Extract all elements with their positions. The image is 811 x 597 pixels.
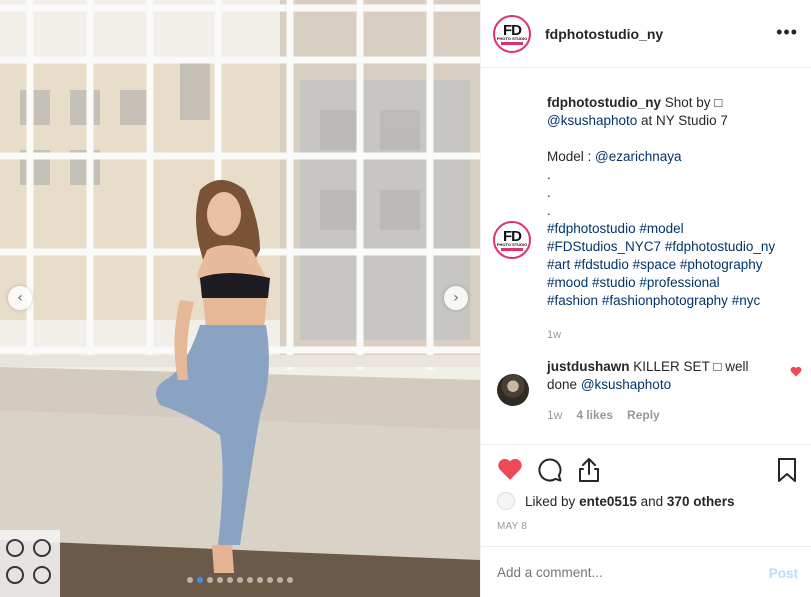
comment-likes-count[interactable]: 4 likes xyxy=(576,408,613,422)
post-caption: FD PHOTO STUDIO fdphotostudio_ny Shot by… xyxy=(493,94,797,344)
like-heart-icon[interactable] xyxy=(497,457,523,486)
caption-timestamp[interactable]: 1w xyxy=(547,326,797,344)
mention-link[interactable]: @ksushaphoto xyxy=(581,377,671,392)
reply-button[interactable]: Reply xyxy=(627,408,660,422)
likes-summary: Liked by ente0515 and 370 others xyxy=(497,492,734,510)
mention-link[interactable]: @ezarichnaya xyxy=(595,149,682,164)
mention-link[interactable]: @ksushaphoto xyxy=(547,113,637,128)
caption-text: at NY Studio 7 xyxy=(641,113,728,128)
carousel-dot xyxy=(277,577,283,583)
hashtag-link[interactable]: #model xyxy=(639,221,683,236)
share-icon[interactable] xyxy=(577,457,601,488)
chevron-left-icon: ‹ xyxy=(17,290,23,306)
comment-like-heart-icon[interactable] xyxy=(790,364,802,382)
caption-dot: . xyxy=(547,167,551,182)
hashtag-link[interactable]: #fdphotostudio xyxy=(547,221,636,236)
hashtag-link[interactable]: #nyc xyxy=(732,293,761,308)
liker-username-link[interactable]: ente0515 xyxy=(579,494,637,509)
hashtag-link[interactable]: #studio xyxy=(592,275,636,290)
comment-text: justdushawn KILLER SET □ well done @ksus… xyxy=(547,358,777,394)
avatar-logo-subtext: PHOTO STUDIO xyxy=(496,35,528,41)
commenter-username-link[interactable]: justdushawn xyxy=(547,359,630,374)
carousel-dot xyxy=(247,577,253,583)
carousel-next-button[interactable]: › xyxy=(444,286,468,310)
carousel-dot xyxy=(197,577,203,583)
avatar-logo-text: FD xyxy=(503,21,522,39)
hashtag-link[interactable]: #photography xyxy=(680,257,763,272)
avatar-logo-bar xyxy=(501,41,523,45)
hashtag-line: #fashion #fashionphotography #nyc xyxy=(547,292,797,310)
hashtag-link[interactable]: #space xyxy=(633,257,677,272)
hashtag-link[interactable]: #fdstudio xyxy=(574,257,629,272)
avatar-logo-bar xyxy=(501,247,523,251)
carousel-dot xyxy=(237,577,243,583)
photo-illustration xyxy=(0,0,480,597)
model-label: Model : xyxy=(547,149,592,164)
hashtag-line: #art #fdstudio #space #photography xyxy=(547,256,797,274)
carousel-indicator xyxy=(0,577,480,583)
post-date[interactable]: MAY 8 xyxy=(497,521,527,532)
caption-line-2: @ksushaphoto at NY Studio 7 xyxy=(547,112,797,130)
comment-meta: 1w 4 likes Reply xyxy=(547,408,660,422)
comment-timestamp[interactable]: 1w xyxy=(547,408,562,422)
carousel-prev-button[interactable]: ‹ xyxy=(8,286,32,310)
hashtag-link[interactable]: #art xyxy=(547,257,570,272)
caption-dot: . xyxy=(547,185,551,200)
carousel-dot xyxy=(267,577,273,583)
caption-line-1: fdphotostudio_ny Shot by □ xyxy=(547,94,797,112)
hashtag-link[interactable]: #fashion xyxy=(547,293,598,308)
comment-input[interactable] xyxy=(497,565,737,580)
post-photo[interactable]: ‹ › xyxy=(0,0,480,597)
comments-section: FD PHOTO STUDIO fdphotostudio_ny Shot by… xyxy=(481,68,811,444)
post-side-panel: FD PHOTO STUDIO fdphotostudio_ny ••• FD … xyxy=(480,0,811,597)
caption-dot: . xyxy=(547,203,551,218)
liker-avatar[interactable] xyxy=(497,492,515,510)
hashtag-link[interactable]: #fdphotostudio_ny xyxy=(665,239,775,254)
post-header: FD PHOTO STUDIO fdphotostudio_ny ••• xyxy=(481,0,811,68)
hashtag-line: #mood #studio #professional xyxy=(547,274,797,292)
likes-others-link[interactable]: 370 others xyxy=(667,494,735,509)
caption-username-link[interactable]: fdphotostudio_ny xyxy=(547,95,661,110)
post-actions-bar xyxy=(481,444,811,494)
caption-line-model: Model : @ezarichnaya xyxy=(547,148,797,166)
chevron-right-icon: › xyxy=(453,290,459,306)
hashtag-line: #fdphotostudio #model xyxy=(547,220,797,238)
bookmark-icon[interactable] xyxy=(777,457,797,488)
likes-prefix: Liked by xyxy=(525,493,576,509)
carousel-dot xyxy=(287,577,293,583)
carousel-dot xyxy=(187,577,193,583)
post-username-link[interactable]: fdphotostudio_ny xyxy=(545,26,663,42)
hashtag-link[interactable]: #FDStudios_NYC7 xyxy=(547,239,661,254)
caption-avatar[interactable]: FD PHOTO STUDIO xyxy=(493,221,531,259)
commenter-avatar[interactable] xyxy=(497,374,529,406)
more-options-icon[interactable]: ••• xyxy=(776,22,798,43)
post-comment-button[interactable]: Post xyxy=(769,566,798,581)
comment-bubble-icon[interactable] xyxy=(537,457,563,488)
carousel-dot xyxy=(207,577,213,583)
avatar-logo-subtext: PHOTO STUDIO xyxy=(496,241,528,247)
hashtag-link[interactable]: #professional xyxy=(639,275,719,290)
avatar-logo-text: FD xyxy=(503,227,522,245)
likes-middle: and xyxy=(640,493,664,509)
add-comment-bar: Post xyxy=(481,546,811,597)
carousel-dot xyxy=(227,577,233,583)
avatar[interactable]: FD PHOTO STUDIO xyxy=(493,15,531,53)
carousel-dot xyxy=(257,577,263,583)
hashtag-line: #FDStudios_NYC7 #fdphotostudio_ny xyxy=(547,238,797,256)
caption-text: Shot by □ xyxy=(664,95,723,110)
carousel-dot xyxy=(217,577,223,583)
hashtag-link[interactable]: #fashionphotography xyxy=(602,293,728,308)
hashtag-link[interactable]: #mood xyxy=(547,275,588,290)
